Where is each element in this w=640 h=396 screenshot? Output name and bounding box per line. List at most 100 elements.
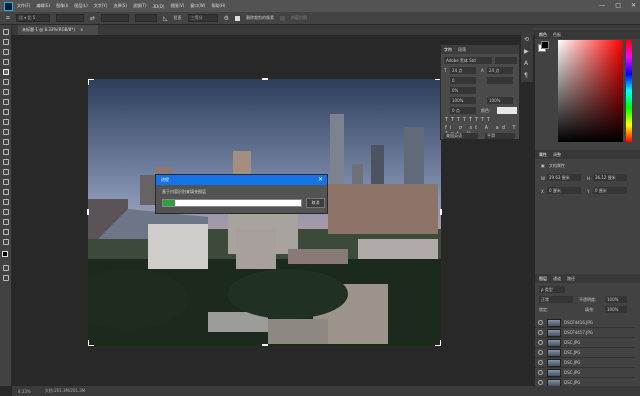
tab-layers[interactable]: 图层 xyxy=(539,276,547,282)
dodge-tool-icon[interactable] xyxy=(3,169,9,175)
character-icon[interactable]: A xyxy=(524,60,528,67)
crop-handle-bottom-left[interactable] xyxy=(88,340,94,346)
settings-icon[interactable]: ⚙ xyxy=(224,15,229,22)
content-aware-checkbox[interactable] xyxy=(280,15,285,21)
pen-tool-icon[interactable] xyxy=(3,179,9,185)
delete-pixels-checkbox[interactable] xyxy=(235,15,240,21)
clone-stamp-tool-icon[interactable] xyxy=(3,119,9,125)
crop-handle-left[interactable] xyxy=(87,209,89,215)
baseline-shift-field[interactable]: 0 点 xyxy=(450,107,476,114)
tab-adjustments[interactable]: 调整 xyxy=(553,152,561,158)
ratio-select[interactable]: 比 ▾ 比 5 xyxy=(15,14,50,22)
eye-icon[interactable] xyxy=(538,370,543,375)
type-tool-icon[interactable] xyxy=(3,189,9,195)
kerning-field[interactable]: 0 xyxy=(450,77,476,84)
eye-icon[interactable] xyxy=(538,360,543,365)
healing-brush-tool-icon[interactable] xyxy=(3,99,9,105)
zoom-level[interactable]: 8.33% xyxy=(18,389,31,394)
screen-mode-icon[interactable] xyxy=(3,275,9,281)
font-style-select[interactable] xyxy=(495,57,517,64)
language-select[interactable]: 美国英语 xyxy=(444,133,478,139)
crop-handle-top[interactable] xyxy=(262,78,268,80)
layer-row[interactable]: DSC.JPG xyxy=(535,338,635,348)
minimize-button[interactable]: — xyxy=(599,2,605,9)
lasso-tool-icon[interactable] xyxy=(3,49,9,55)
foreground-color-chip[interactable] xyxy=(541,41,549,49)
layer-filter-select[interactable]: ρ 类型 xyxy=(539,286,565,293)
straighten-icon[interactable]: ◺ xyxy=(163,15,168,22)
crop-handle-right[interactable] xyxy=(440,209,442,215)
menu-layer[interactable]: 图层(L) xyxy=(74,3,87,9)
eyedropper-tool-icon[interactable] xyxy=(3,89,9,95)
eye-icon[interactable] xyxy=(538,320,543,325)
fill-field[interactable]: 100% xyxy=(605,306,627,313)
crop-tool-icon[interactable] xyxy=(3,69,9,75)
tab-paragraph[interactable]: 段落 xyxy=(458,47,466,53)
menu-window[interactable]: 窗口(W) xyxy=(190,3,205,9)
overlay-select[interactable]: 三等分 xyxy=(187,14,218,22)
tab-close-icon[interactable]: × xyxy=(80,27,83,32)
dialog-close-icon[interactable]: ✕ xyxy=(318,175,323,185)
actions-icon[interactable]: ▶ xyxy=(524,48,529,55)
crop-handle-bottom[interactable] xyxy=(262,344,268,346)
marquee-tool-icon[interactable] xyxy=(3,39,9,45)
maximize-button[interactable]: □ xyxy=(615,2,621,9)
hue-slider[interactable] xyxy=(626,40,632,142)
eye-icon[interactable] xyxy=(538,350,543,355)
height-field[interactable] xyxy=(100,14,129,22)
text-color-swatch[interactable] xyxy=(497,107,517,114)
tab-swatches[interactable]: 色板 xyxy=(553,32,561,38)
blur-tool-icon[interactable] xyxy=(3,159,9,165)
path-selection-tool-icon[interactable] xyxy=(3,199,9,205)
close-window-button[interactable]: ✕ xyxy=(631,2,636,9)
doc-width-field[interactable]: 29.63 厘米 xyxy=(547,174,581,181)
opacity-field[interactable]: 100% xyxy=(605,296,627,303)
quick-mask-icon[interactable] xyxy=(3,265,9,271)
menu-help[interactable]: 帮助(H) xyxy=(211,3,225,9)
crop-handle-bottom-right[interactable] xyxy=(435,340,441,346)
menu-file[interactable]: 文件(F) xyxy=(17,3,30,9)
zoom-tool-icon[interactable] xyxy=(3,229,9,235)
history-brush-tool-icon[interactable] xyxy=(3,129,9,135)
tab-paths[interactable]: 路径 xyxy=(567,276,575,282)
tracking-field[interactable] xyxy=(487,77,513,84)
width-field[interactable] xyxy=(55,14,84,22)
eye-icon[interactable] xyxy=(538,330,543,335)
menu-type[interactable]: 文字(Y) xyxy=(94,3,108,9)
history-icon[interactable]: ⟲ xyxy=(524,36,529,43)
tab-color[interactable]: 颜色 xyxy=(539,32,547,38)
layer-row[interactable]: DSC.JPG xyxy=(535,368,635,378)
magic-wand-tool-icon[interactable] xyxy=(3,59,9,65)
rectangle-tool-icon[interactable] xyxy=(3,209,9,215)
foreground-color-swatch[interactable] xyxy=(2,251,8,257)
blend-mode-select[interactable]: 正常 xyxy=(539,296,573,303)
menu-select[interactable]: 选择(S) xyxy=(113,3,127,9)
antialias-select[interactable]: 平滑 xyxy=(485,133,515,139)
more-tools-icon[interactable] xyxy=(3,239,9,245)
eraser-tool-icon[interactable] xyxy=(3,139,9,145)
tab-properties[interactable]: 属性 xyxy=(539,152,547,158)
tsume-field[interactable]: 0% xyxy=(450,87,476,94)
text-style-buttons[interactable]: TTTTTTTT xyxy=(445,117,493,123)
gradient-tool-icon[interactable] xyxy=(3,149,9,155)
font-size-field[interactable]: 24 点 xyxy=(450,67,476,74)
move-tool-icon[interactable] xyxy=(3,29,9,35)
tab-character[interactable]: 字符 xyxy=(444,47,452,53)
menu-view[interactable]: 视图(V) xyxy=(170,3,184,9)
paragraph-icon[interactable]: ¶ xyxy=(524,72,528,79)
horizontal-scale-field[interactable]: 100% xyxy=(487,97,513,104)
leading-field[interactable]: 24 点 xyxy=(487,67,513,74)
doc-x-field[interactable]: 0 厘米 xyxy=(547,187,581,194)
eye-icon[interactable] xyxy=(538,380,543,385)
menu-image[interactable]: 图像(I) xyxy=(56,3,68,9)
brush-tool-icon[interactable] xyxy=(3,109,9,115)
hand-tool-icon[interactable] xyxy=(3,219,9,225)
doc-y-field[interactable]: 0 厘米 xyxy=(593,187,627,194)
crop-tool-icon[interactable]: ⌗ xyxy=(6,14,10,23)
layer-row[interactable]: DSC.JPG xyxy=(535,358,635,368)
layer-row[interactable]: DSCF4416.JPG xyxy=(535,318,635,328)
clear-button[interactable] xyxy=(134,14,157,22)
color-picker-field[interactable] xyxy=(558,40,623,142)
layer-row[interactable]: DSCF4417.JPG xyxy=(535,328,635,338)
crop-handle-top-left[interactable] xyxy=(88,79,94,85)
